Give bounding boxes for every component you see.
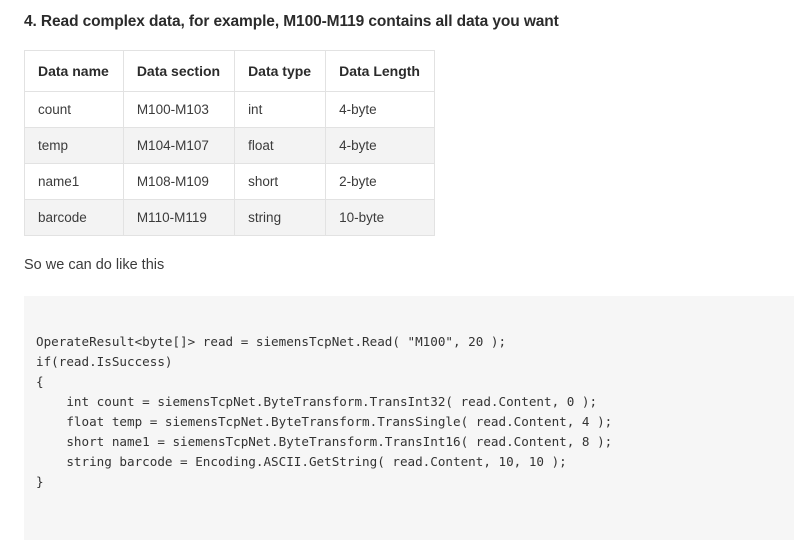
cell-data-name: barcode — [24, 199, 124, 236]
code-snippet: OperateResult<byte[]> read = siemensTcpN… — [36, 334, 613, 489]
column-header-data-name: Data name — [24, 50, 124, 92]
table-row: temp M104-M107 float 4-byte — [24, 127, 435, 164]
page-title: 4. Read complex data, for example, M100-… — [24, 13, 559, 30]
cell-data-name: temp — [24, 127, 124, 164]
cell-data-section: M104-M107 — [122, 127, 236, 164]
cell-data-type: int — [234, 91, 327, 128]
table-body: count M100-M103 int 4-byte temp M104-M10… — [24, 91, 435, 236]
column-header-data-section: Data section — [122, 50, 236, 92]
cell-data-length: 4-byte — [325, 91, 435, 128]
body-paragraph: So we can do like this — [24, 257, 165, 273]
table-header: Data name Data section Data type Data Le… — [24, 50, 435, 92]
column-header-data-length: Data Length — [325, 50, 435, 92]
code-block: OperateResult<byte[]> read = siemensTcpN… — [24, 296, 794, 540]
cell-data-type: float — [234, 127, 327, 164]
cell-data-type: string — [234, 199, 327, 236]
cell-data-length: 4-byte — [325, 127, 435, 164]
data-specification-table: Data name Data section Data type Data Le… — [24, 50, 435, 236]
cell-data-length: 10-byte — [325, 199, 435, 236]
cell-data-name: count — [24, 91, 124, 128]
table-row: name1 M108-M109 short 2-byte — [24, 163, 435, 200]
cell-data-length: 2-byte — [325, 163, 435, 200]
cell-data-type: short — [234, 163, 327, 200]
cell-data-name: name1 — [24, 163, 124, 200]
table-row: barcode M110-M119 string 10-byte — [24, 199, 435, 236]
column-header-data-type: Data type — [234, 50, 327, 92]
table-row: count M100-M103 int 4-byte — [24, 91, 435, 128]
cell-data-section: M110-M119 — [122, 199, 236, 236]
cell-data-section: M100-M103 — [122, 91, 236, 128]
document-page: 4. Read complex data, for example, M100-… — [0, 0, 794, 557]
cell-data-section: M108-M109 — [122, 163, 236, 200]
table-header-row: Data name Data section Data type Data Le… — [24, 50, 435, 92]
